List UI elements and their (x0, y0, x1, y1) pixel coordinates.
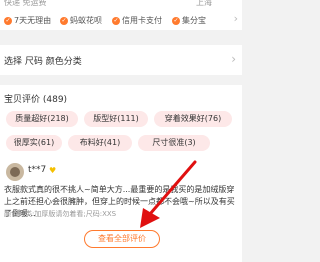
annotation-arrow (140, 160, 197, 228)
